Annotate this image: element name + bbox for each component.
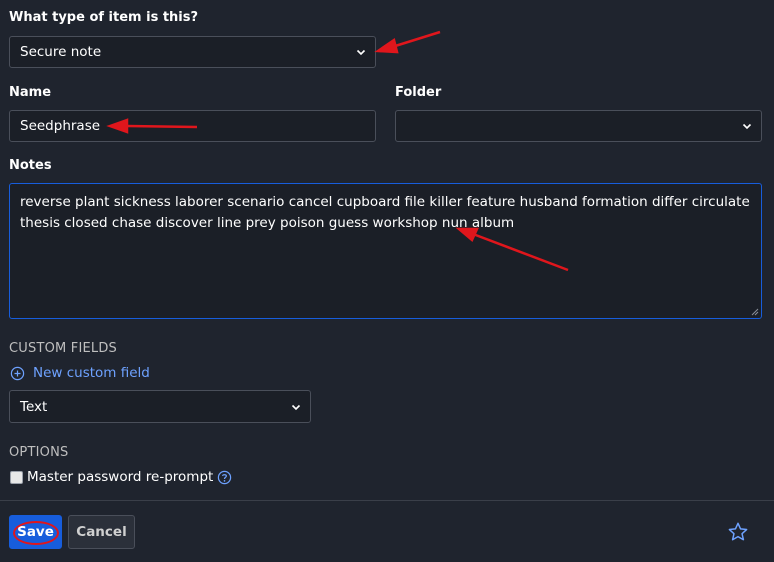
red-arrow-annotation: [106, 30, 569, 272]
add-item-form: What type of item is this? Secure note N…: [0, 0, 774, 562]
